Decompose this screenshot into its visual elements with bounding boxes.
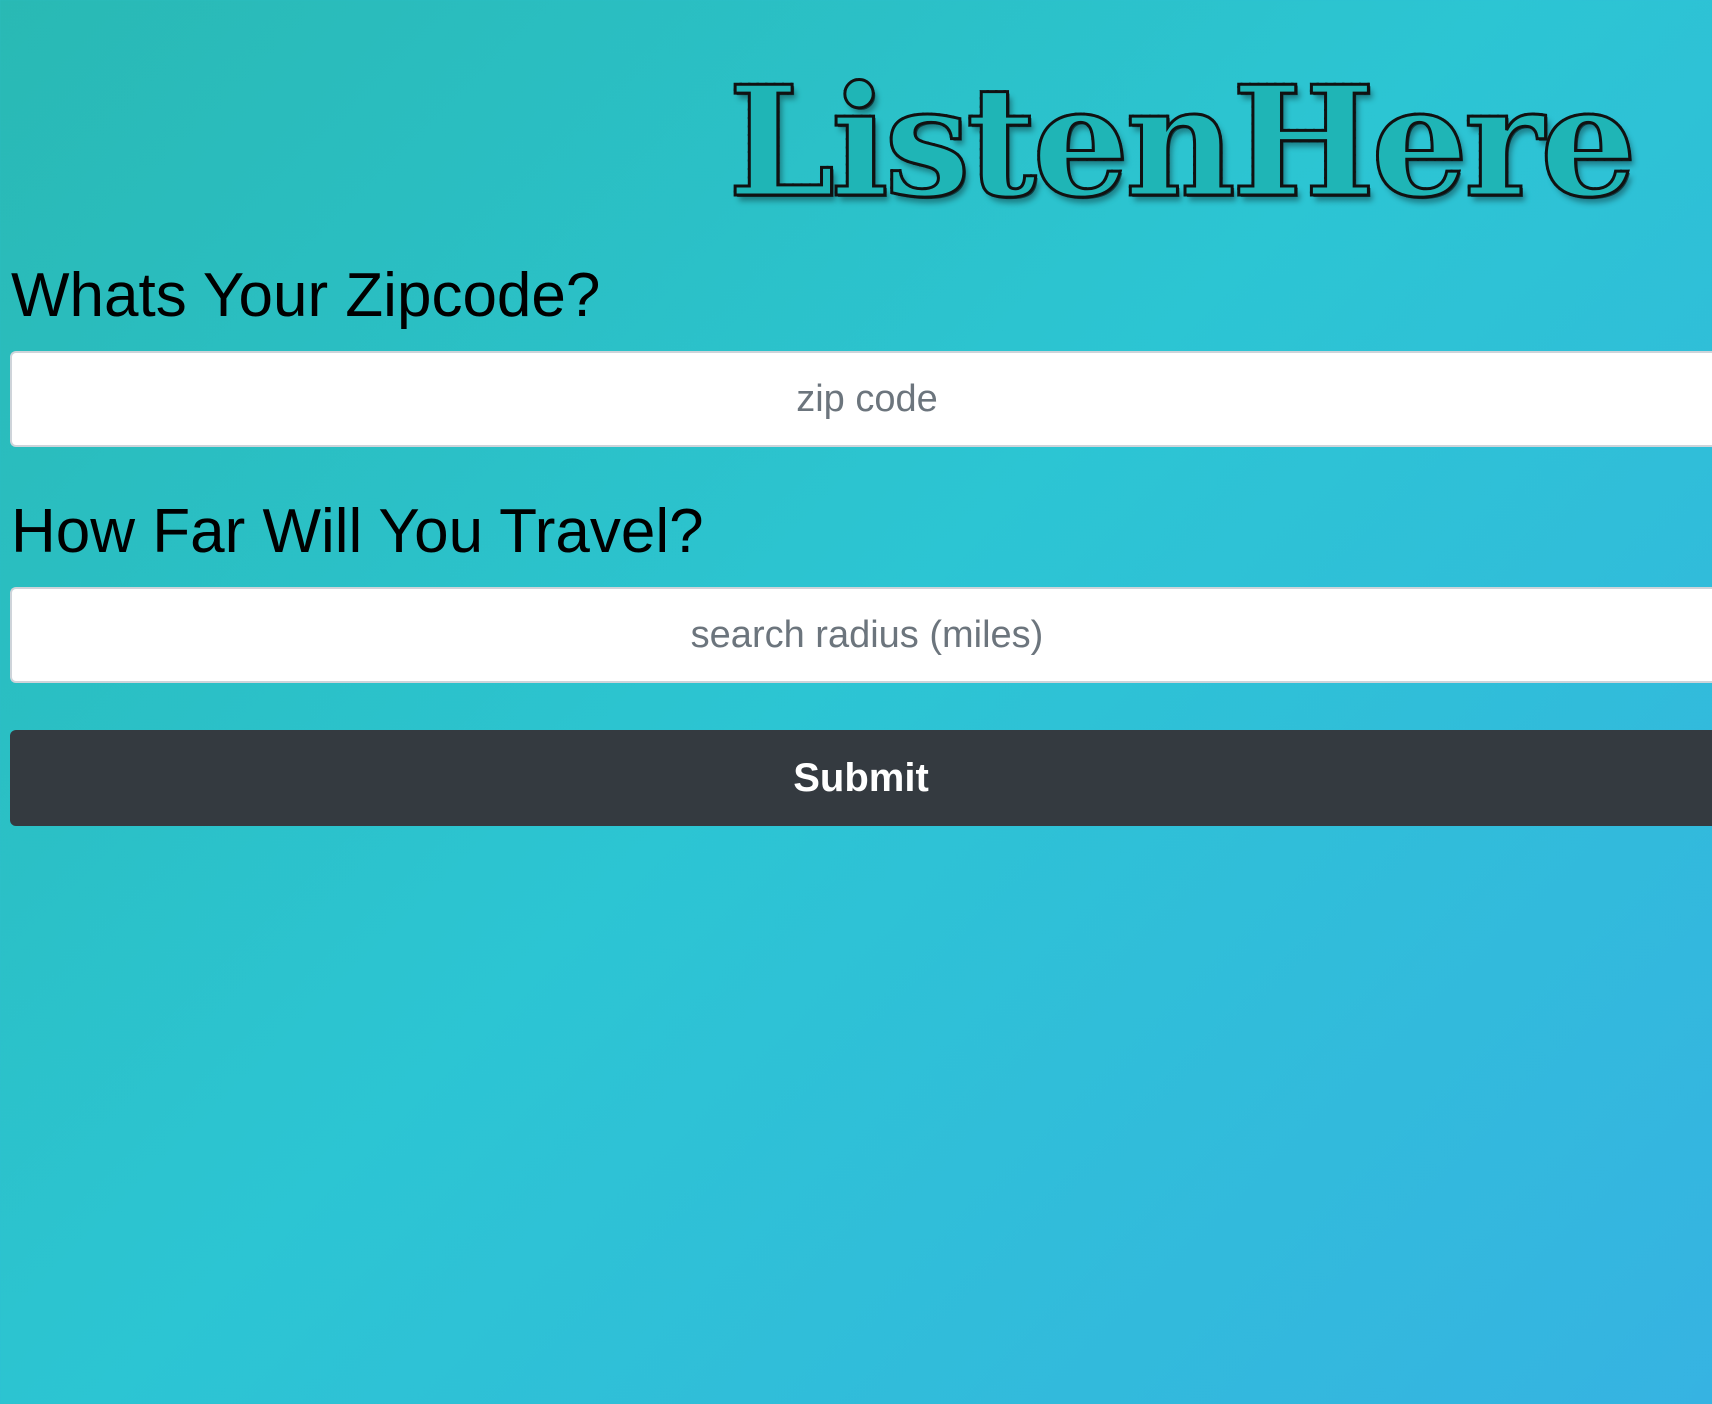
logo-text: ListenHere [727, 52, 1639, 231]
submit-button[interactable]: Submit [10, 730, 1712, 826]
listenhere-logo: ListenHere [727, 60, 1639, 223]
zipcode-input[interactable] [10, 351, 1712, 447]
zipcode-question: Whats Your Zipcode? [11, 261, 601, 330]
search-radius-input[interactable] [10, 587, 1712, 683]
radius-question: How Far Will You Travel? [11, 497, 704, 566]
